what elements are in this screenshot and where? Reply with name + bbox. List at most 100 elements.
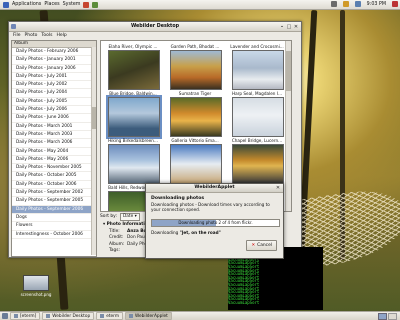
photo-image[interactable] [170,144,222,184]
photo-image[interactable] [106,95,162,139]
cancel-button[interactable]: ✕ Cancel [246,240,277,251]
window-icon [14,314,18,318]
album-item[interactable]: Daily Photos - March 2001 [12,123,96,131]
photo-caption: Galleria Vittorio Ema... [171,138,219,143]
album-item[interactable]: Daily Photos - October 2005 [12,172,96,181]
terminal-line: VacuumLapSort [228,299,260,305]
photo-image[interactable] [232,50,284,90]
dialog-description: Downloading photos - Download times vary… [151,202,270,213]
album-item[interactable]: Dogs [12,214,96,223]
dialog-titlebar[interactable]: WebilderApplet ✕ [146,184,283,193]
album-item[interactable]: Interestingness - October 2006 [12,231,96,239]
album-item[interactable]: Daily Photos - September 2006 [12,205,96,214]
album-item[interactable]: Flowers [12,222,96,231]
album-item[interactable]: Daily Photos - July 2004 [12,89,96,98]
tags-label: Tags: [109,248,120,253]
photo-caption: Sumatran Tiger [178,91,212,96]
photo-caption: Chapel Bridge, Lucern... [231,138,283,143]
maximize-icon[interactable]: □ [286,24,292,30]
app-icon [11,24,16,29]
photo-caption: Elaha River, Olympic ... [108,44,158,49]
grid-scrollbar[interactable] [285,41,291,211]
photo-image[interactable] [232,97,284,137]
power-icon[interactable] [392,1,398,7]
menu-applications[interactable]: Applications [12,2,41,7]
browser-launcher-icon[interactable] [83,1,90,8]
workspace-2[interactable] [388,312,397,320]
menu-places[interactable]: Places [44,2,59,7]
download-dialog: WebilderApplet ✕ Downloading photos Down… [145,183,284,259]
menu-file[interactable]: File [13,33,21,38]
workspace-switcher[interactable] [378,312,397,320]
sort-select[interactable]: Date ▾ [119,212,140,221]
volume-icon[interactable] [354,1,361,7]
sort-label: Sort by: [100,214,117,219]
window-icon [129,314,134,318]
album-item[interactable]: Daily Photos - October 2006 [12,181,96,190]
menu-help[interactable]: Help [56,33,66,38]
bottom-panel: [eterm] Webilder Desktop eterm WebilderAppl… [0,311,400,320]
photo-image[interactable] [108,144,160,184]
taskbar-button[interactable]: [eterm] [10,312,41,320]
progress-text: Downloading photo 2 of 4 from flickr. [178,220,253,225]
album-item[interactable]: Daily Photos - January 2001 [12,56,96,65]
photo-caption: Hiking Birkedalsbreen... [108,138,158,143]
dialog-title: WebilderApplet [194,185,235,190]
close-icon[interactable]: ✕ [293,24,299,30]
cancel-label: Cancel [257,243,272,248]
current-download-label: Downloading [151,230,179,235]
photo-image[interactable] [170,50,222,90]
minimize-icon[interactable]: – [279,24,285,30]
taskbar-button[interactable]: WebilderApplet [125,312,172,320]
top-panel: Applications Places System 9:03 PM [0,0,400,10]
scroll-thumb[interactable] [92,107,96,129]
album-item[interactable]: Daily Photos - July 2005 [12,98,96,107]
image-file-icon [23,275,49,291]
dialog-heading: Downloading photos [151,196,205,201]
desktop-file-label: screenshot.png [20,292,52,297]
window-icon [46,314,51,318]
workspace-1[interactable] [378,312,387,320]
clock[interactable]: 9:03 PM [367,2,386,7]
album-item[interactable]: Daily Photos - November 2005 [12,164,96,173]
desktop-file-icon[interactable]: screenshot.png [18,275,54,297]
album-item[interactable]: Daily Photos - July 2006 [12,106,96,115]
album-item[interactable]: Daily Photos - February 2006 [12,48,96,57]
album-list[interactable]: Album Daily Photos - February 2006 Daily … [11,40,97,257]
window-titlebar[interactable]: Webilder Desktop – □ ✕ [9,22,301,32]
album-item[interactable]: Daily Photos - January 2006 [12,65,96,73]
menu-system[interactable]: System [63,2,81,7]
photo-caption: Blue Bridge, Baldwin... [109,91,157,96]
album-item[interactable]: Daily Photos - July 2002 [12,81,96,90]
album-item[interactable]: Daily Photos - March 2006 [12,139,96,148]
album-item[interactable]: Daily Photos - May 2006 [12,156,96,165]
taskbar-button[interactable]: eterm [96,312,124,320]
network-icon[interactable] [330,1,337,7]
photo-image[interactable] [170,97,222,137]
album-item[interactable]: Daily Photos - June 2006 [12,114,96,123]
sidebar-scrollbar[interactable] [91,47,96,255]
album-item[interactable]: Daily Photos - March 2003 [12,131,96,140]
window-icon [100,314,105,318]
album-item[interactable]: Daily Photos - May 2004 [12,148,96,156]
photo-caption: Garden Path, Bhodat ... [170,44,220,49]
photo-image[interactable] [108,50,160,90]
menu-photo[interactable]: Photo [25,33,38,38]
taskbar-button[interactable]: Webilder Desktop [42,312,95,320]
taskbar-label: WebilderApplet [135,313,168,319]
menu-tools[interactable]: Tools [41,33,52,38]
taskbar-label: Webilder Desktop [52,313,91,319]
album-item[interactable]: Daily Photos - July 2001 [12,73,96,82]
photo-caption: Lavender and Crocosmi... [230,44,284,49]
mail-launcher-icon[interactable] [92,1,99,8]
current-download-item: "Jet, on the road" [179,230,221,235]
foot-icon[interactable] [3,1,9,8]
scroll-thumb[interactable] [286,51,291,91]
album-item[interactable]: Daily Photos - September 2002 [12,189,96,198]
album-column-header[interactable]: Album [12,41,96,48]
photo-image[interactable] [232,144,284,184]
album-item[interactable]: Daily Photos - September 2005 [12,197,96,206]
dialog-close-icon[interactable]: ✕ [275,185,281,191]
download-progress-bar: Downloading photo 2 of 4 from flickr. [151,219,280,227]
webilder-applet-icon[interactable] [342,1,349,7]
